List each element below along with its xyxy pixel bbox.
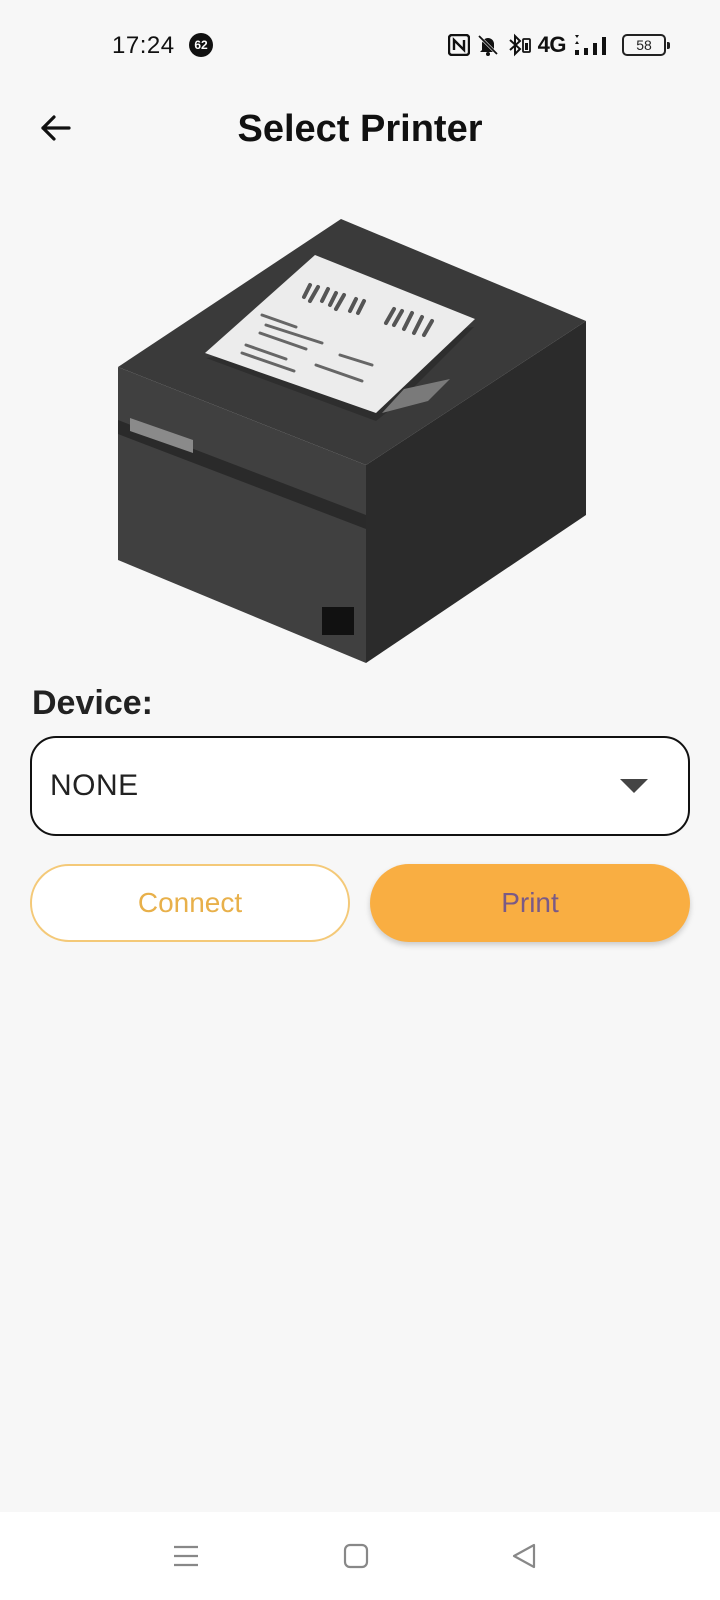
clock: 17:24: [112, 32, 175, 59]
notification-badge: 62: [189, 33, 213, 57]
device-label: Device:: [32, 684, 153, 722]
bluetooth-icon: [506, 33, 532, 57]
receipt-printer-image: [118, 219, 586, 663]
status-bar: 17:24 62 4G 58: [0, 0, 720, 92]
nfc-icon: [447, 34, 470, 56]
connect-button[interactable]: Connect: [30, 864, 350, 942]
signal-icon: [572, 33, 612, 57]
system-nav-bar: [0, 1512, 720, 1600]
battery-level: 58: [636, 37, 652, 53]
network-type: 4G: [537, 32, 567, 57]
app-bar: Select Printer: [0, 92, 720, 170]
back-icon: [512, 1543, 536, 1569]
device-dropdown[interactable]: NONE: [30, 736, 690, 836]
battery-tip: [667, 42, 670, 49]
print-button[interactable]: Print: [370, 864, 690, 942]
recents-icon: [174, 1545, 198, 1567]
select-printer-screen: 17:24 62 4G 58 Select Printer Device: NO…: [0, 0, 720, 1600]
status-icons: 4G 58: [447, 30, 670, 60]
recents-button[interactable]: [166, 1536, 206, 1576]
printer-illustration: [110, 215, 600, 670]
battery-indicator: 58: [622, 34, 670, 56]
page-title: Select Printer: [237, 108, 483, 150]
home-icon: [343, 1543, 369, 1569]
mute-bell-icon: [476, 33, 500, 57]
nav-back-button[interactable]: [504, 1536, 544, 1576]
dropdown-arrow-icon: [620, 779, 648, 793]
device-selected-value: NONE: [50, 769, 139, 802]
home-button[interactable]: [336, 1536, 376, 1576]
